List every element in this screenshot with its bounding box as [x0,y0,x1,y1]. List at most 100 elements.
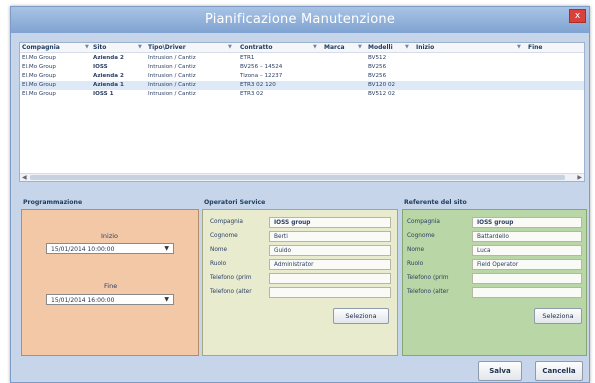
cell-modelli: BV256 [368,64,387,70]
form-row-telefono-prim: Telefono (prim [407,273,583,284]
cell-sito: Azienda 2 [93,73,124,79]
close-icon: x [574,11,581,21]
cell-tipo: Intrusion / Cantiz [148,91,196,97]
cognome-field[interactable]: Battardello [472,231,582,242]
cell-sito: Azienda 2 [93,55,124,61]
cell-tipo: Intrusion / Cantiz [148,64,196,70]
table-row-selected[interactable]: El.Mo Group Azienda 1 Intrusion / Cantiz… [20,81,584,90]
cell-modelli: BV120 02 [368,82,396,88]
referente-title: Referente del sito [404,199,467,206]
scrollbar-thumb[interactable] [30,175,565,180]
cell-contratto: ETR3 02 [240,91,264,97]
compagnia-field[interactable]: IOSS group [269,217,391,228]
field-label: Nome [210,247,228,253]
table-row[interactable]: El.Mo Group Azienda 2 Intrusion / Cantiz… [20,72,584,81]
filter-icon[interactable]: ▼ [517,44,521,50]
form-row-telefono-alter: Telefono (alter [407,287,583,298]
nome-field[interactable]: Guido [269,245,391,256]
field-label: Compagnia [407,219,440,225]
telefono-primario-field[interactable] [472,273,582,284]
ruolo-field[interactable]: Field Operator [472,259,582,270]
cell-sito: IOSS [93,64,108,70]
title-bar[interactable]: Pianificazione Manutenzione x [11,7,589,33]
form-row-ruolo: Ruolo Administrator [210,259,393,270]
filter-icon[interactable]: ▼ [138,44,142,50]
field-label: Telefono (prim [210,275,252,281]
column-header-contratto[interactable]: Contratto [240,44,273,51]
field-value: Administrator [274,262,314,268]
cell-compagnia: El.Mo Group [22,64,56,70]
save-button[interactable]: Salva [478,361,522,381]
cell-contratto: Tizona – 12237 [240,73,283,79]
start-datetime-picker[interactable]: 15/01/2014 10:00:00 ▼ [46,243,174,254]
column-header-inizio[interactable]: Inizio [416,44,434,51]
cell-modelli: BV256 [368,73,387,79]
table-row[interactable]: El.Mo Group Azienda 2 Intrusion / Cantiz… [20,54,584,63]
field-value: Berti [274,234,288,240]
filter-icon[interactable]: ▼ [85,44,89,50]
horizontal-scrollbar[interactable]: ◀ ▶ [20,173,584,181]
field-label: Ruolo [210,261,227,267]
filter-icon[interactable]: ▼ [358,44,362,50]
cell-contratto: ETR1 [240,55,255,61]
cognome-field[interactable]: Berti [269,231,391,242]
end-datetime-picker[interactable]: 15/01/2014 16:00:00 ▼ [46,294,174,305]
telefono-primario-field[interactable] [269,273,391,284]
cell-contratto: ETR3 02 120 [240,82,276,88]
column-header-sito[interactable]: Sito [93,44,106,51]
cell-tipo: Intrusion / Cantiz [148,55,196,61]
close-button[interactable]: x [569,9,586,23]
column-header-modelli[interactable]: Modelli [368,44,393,51]
column-header-fine[interactable]: Fine [528,44,543,51]
referente-select-button[interactable]: Seleziona [534,308,582,324]
cell-compagnia: El.Mo Group [22,55,56,61]
filter-icon[interactable]: ▼ [228,44,232,50]
scroll-right-icon[interactable]: ▶ [577,174,582,181]
operatori-select-button[interactable]: Seleziona [333,308,389,324]
chevron-down-icon[interactable]: ▼ [164,245,169,252]
referente-panel: Compagnia IOSS group Cognome Battardello… [402,209,587,356]
field-label: Telefono (alter [210,289,252,295]
filter-icon[interactable]: ▼ [313,44,317,50]
field-value: Guido [274,248,292,254]
form-row-ruolo: Ruolo Field Operator [407,259,583,270]
cell-modelli: BV512 [368,55,387,61]
programmazione-title: Programmazione [23,199,83,206]
ruolo-field[interactable]: Administrator [269,259,391,270]
telefono-alternativo-field[interactable] [269,287,391,298]
field-label: Nome [407,247,425,253]
form-row-cognome: Cognome Battardello [407,231,583,242]
cell-compagnia: El.Mo Group [22,82,56,88]
form-row-cognome: Cognome Berti [210,231,393,242]
column-header-tipo-driver[interactable]: Tipo\Driver [148,44,186,51]
form-row-telefono-prim: Telefono (prim [210,273,393,284]
column-header-compagnia[interactable]: Compagnia [22,44,60,51]
cell-sito: Azienda 1 [93,82,124,88]
cell-sito: IOSS 1 [93,91,114,97]
compagnia-field[interactable]: IOSS group [472,217,582,228]
field-value: IOSS group [274,220,311,226]
telefono-alternativo-field[interactable] [472,287,582,298]
table-row[interactable]: El.Mo Group IOSS Intrusion / Cantiz BV25… [20,63,584,72]
end-datetime-value: 15/01/2014 16:00:00 [51,297,115,304]
cell-modelli: BV512 02 [368,91,396,97]
operatori-title: Operatori Service [204,199,266,206]
field-label: Telefono (alter [407,289,449,295]
chevron-down-icon[interactable]: ▼ [164,296,169,303]
column-header-marca[interactable]: Marca [324,44,345,51]
nome-field[interactable]: Luca [472,245,582,256]
cell-compagnia: El.Mo Group [22,91,56,97]
form-row-compagnia: Compagnia IOSS group [210,217,393,228]
scroll-left-icon[interactable]: ◀ [22,174,27,181]
grid-header: Compagnia ▼ Sito ▼ Tipo\Driver ▼ Contrat… [20,43,584,53]
filter-icon[interactable]: ▼ [405,44,409,50]
field-label: Cognome [407,233,435,239]
form-row-compagnia: Compagnia IOSS group [407,217,583,228]
table-row[interactable]: El.Mo Group IOSS 1 Intrusion / Cantiz ET… [20,90,584,99]
field-label: Telefono (prim [407,275,449,281]
programmazione-panel: Inizio 15/01/2014 10:00:00 ▼ Fine 15/01/… [21,209,199,356]
cancel-button[interactable]: Cancella [535,361,583,381]
maintenance-grid: Compagnia ▼ Sito ▼ Tipo\Driver ▼ Contrat… [19,42,585,182]
cell-tipo: Intrusion / Cantiz [148,73,196,79]
window-title: Pianificazione Manutenzione [204,12,396,27]
